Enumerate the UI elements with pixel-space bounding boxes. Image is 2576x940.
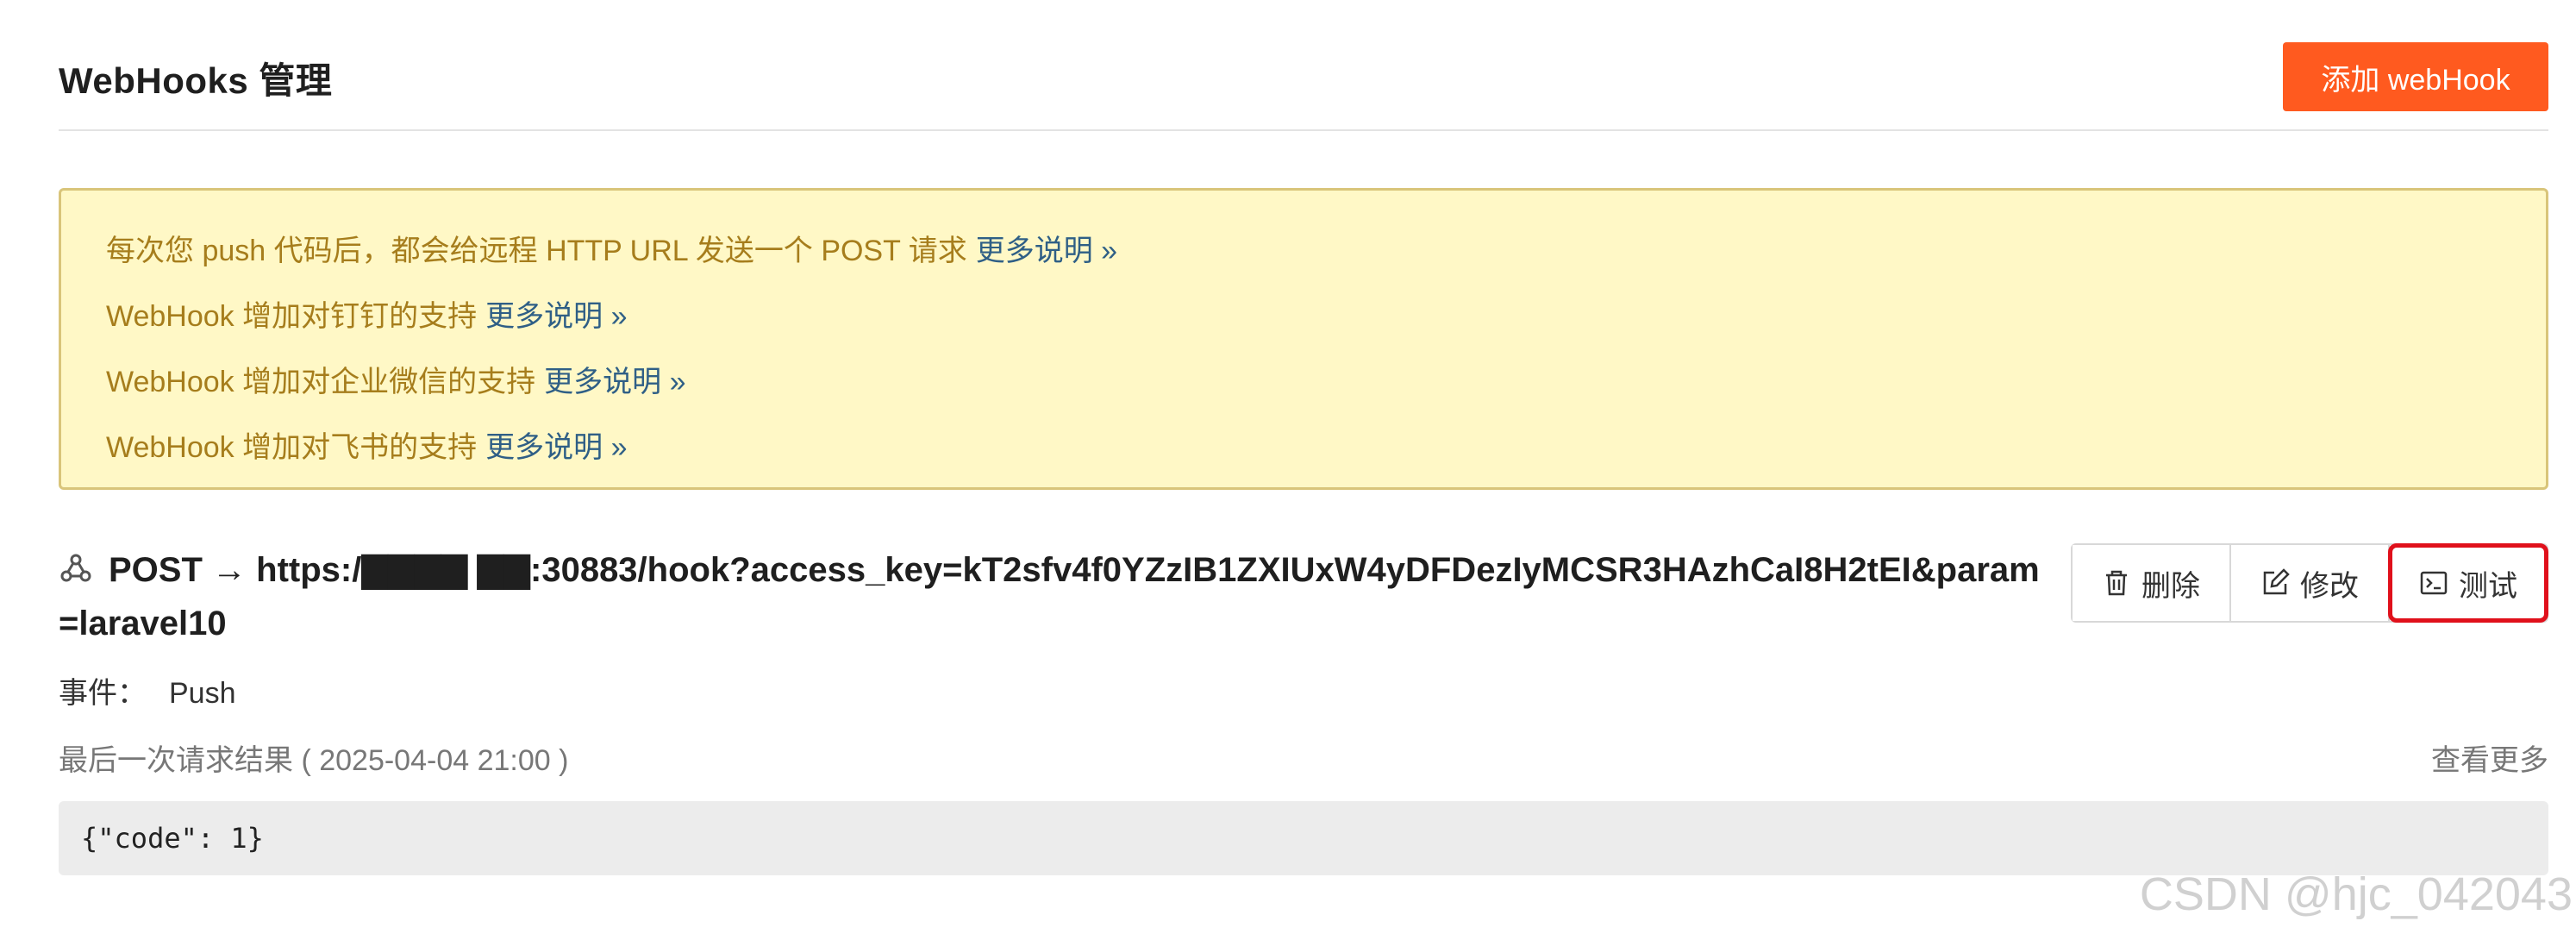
more-info-link[interactable]: 更多说明 » — [544, 366, 685, 398]
more-info-link[interactable]: 更多说明 » — [976, 235, 1117, 267]
webhook-icon — [60, 554, 91, 582]
edit-button[interactable]: 修改 — [2231, 545, 2390, 621]
notice-text: WebHook 增加对钉钉的支持 — [106, 300, 478, 333]
notice-text: 每次您 push 代码后，都会给远程 HTTP URL 发送一个 POST 请求 — [106, 235, 967, 267]
view-more-link[interactable]: 查看更多 — [2431, 736, 2548, 779]
notice-line: WebHook 增加对企业微信的支持 更多说明 » — [106, 349, 2501, 415]
test-label: 测试 — [2459, 569, 2517, 603]
notice-text: WebHook 增加对飞书的支持 — [106, 431, 478, 464]
notice-line: 每次您 push 代码后，都会给远程 HTTP URL 发送一个 POST 请求… — [106, 218, 2501, 284]
last-result-row: 最后一次请求结果 ( 2025-04-04 21:00 ) 查看更多 — [59, 736, 2548, 779]
notice-text: WebHook 增加对企业微信的支持 — [106, 366, 536, 398]
terminal-icon — [2420, 571, 2448, 595]
watermark: CSDN @hjc_042043 — [2139, 868, 2573, 920]
webhook-url: POST → https:/▇▇▇▇ ▇▇:30883/hook?access_… — [59, 551, 2040, 642]
event-value: Push — [169, 677, 236, 710]
trash-icon — [2106, 570, 2127, 596]
event-row: 事件： Push — [59, 669, 236, 711]
page-title: WebHooks 管理 — [59, 60, 333, 101]
webhook-actions: 删除 修改 测试 — [2071, 543, 2548, 623]
add-webhook-button[interactable]: 添加 webHook — [2283, 42, 2548, 111]
delete-label: 删除 — [2141, 569, 2200, 603]
edit-label: 修改 — [2300, 569, 2359, 603]
last-result-label: 最后一次请求结果 ( 2025-04-04 21:00 ) — [59, 744, 569, 777]
notice-line: WebHook 增加对飞书的支持 更多说明 » — [106, 415, 2501, 480]
more-info-link[interactable]: 更多说明 » — [485, 300, 627, 333]
page-header: WebHooks 管理 添加 webHook — [59, 0, 2548, 131]
webhook-url-line: POST → https:/▇▇▇▇ ▇▇:30883/hook?access_… — [59, 543, 2041, 650]
info-notice: 每次您 push 代码后，都会给远程 HTTP URL 发送一个 POST 请求… — [59, 188, 2548, 490]
more-info-link[interactable]: 更多说明 » — [485, 431, 627, 464]
delete-button[interactable]: 删除 — [2073, 545, 2231, 621]
event-label: 事件： — [59, 677, 147, 710]
edit-icon — [2263, 568, 2290, 595]
test-button[interactable]: 测试 — [2388, 543, 2548, 623]
response-code-box: {"code": 1} — [59, 801, 2548, 875]
notice-line: WebHook 增加对钉钉的支持 更多说明 » — [106, 284, 2501, 349]
